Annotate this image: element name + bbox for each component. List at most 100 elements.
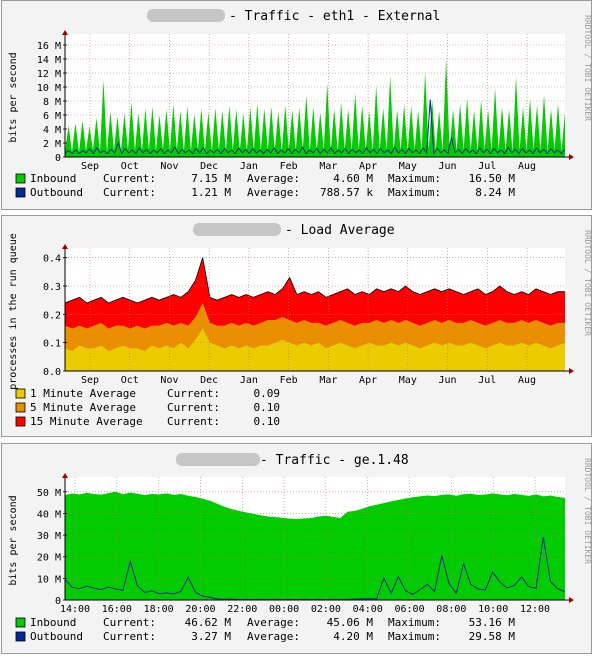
legend-current-value: 0.10 (254, 401, 281, 414)
legend-average-value: 4.20 M (333, 630, 373, 643)
chart-panel-eth1: - Traffic - eth1 - External RRDTOOL / TOB… (1, 0, 592, 210)
x-tick-label: Jan (240, 375, 258, 386)
legend-series-name: 15 Minute Average (30, 415, 143, 428)
legend-current-label: Current: (103, 172, 156, 185)
x-tick-label: 20:00 (185, 604, 215, 615)
x-tick-label: May (399, 375, 417, 386)
y-tick-label: 10 M (37, 83, 61, 94)
chart-eth1-traffic: - Traffic - eth1 - External RRDTOOL / TOB… (8, 9, 592, 199)
legend-maximum-label: Maximum: (388, 616, 441, 629)
legend-maximum-value: 16.50 M (469, 172, 516, 185)
x-tick-label: Sep (81, 161, 99, 172)
legend-average-value: 4.60 M (333, 172, 373, 185)
x-tick-label: Nov (160, 375, 178, 386)
legend-average-label: Average: (247, 172, 300, 185)
legend-current-label: Current: (167, 387, 220, 400)
legend-series-name: Outbound (30, 630, 83, 643)
y-tick-label: 10 M (37, 574, 61, 585)
chart-panel-load: - Load Average RRDTOOL / TOBI OETIKER proc… (1, 215, 592, 437)
x-tick-label: Nov (160, 161, 178, 172)
legend-current-value: 0.10 (254, 415, 281, 428)
x-tick-label: Jun (439, 375, 457, 386)
x-tick-label: Apr (359, 375, 377, 386)
x-tick-label: May (399, 161, 417, 172)
rrdtool-credit: RRDTOOL / TOBI OETIKER (583, 458, 591, 564)
y-axis-label: bits per second (8, 495, 19, 585)
legend-swatch (15, 388, 26, 399)
y-tick-label: 40 M (37, 509, 61, 520)
x-tick-label: Sep (81, 375, 99, 386)
y-axis-label: bits per second (8, 52, 19, 142)
x-tick-label: 00:00 (269, 604, 299, 615)
y-tick-label: 0 (55, 153, 61, 164)
y-tick-label: 0.0 (43, 367, 61, 378)
legend-current-value: 46.62 M (185, 616, 232, 629)
y-tick-label: 12 M (37, 69, 61, 80)
legend-maximum-value: 53.16 M (469, 616, 516, 629)
y-tick-label: 0.3 (43, 282, 61, 293)
legend-swatch (15, 617, 26, 628)
x-tick-label: 12:00 (520, 604, 550, 615)
chart-load-average: - Load Average RRDTOOL / TOBI OETIKER proc… (8, 223, 592, 428)
y-tick-label: 0.2 (43, 310, 61, 321)
x-tick-label: 18:00 (144, 604, 174, 615)
legend-maximum-label: Maximum: (388, 186, 441, 199)
x-tick-label: 16:00 (102, 604, 132, 615)
legend-swatch (15, 173, 26, 184)
x-axis-arrow (569, 154, 574, 160)
x-tick-label: Mar (319, 375, 337, 386)
y-axis-arrow (62, 244, 68, 249)
chart-title: - Traffic - eth1 - External (229, 9, 440, 24)
legend-maximum-value: 8.24 M (475, 186, 515, 199)
legend-maximum-value: 29.58 M (469, 630, 516, 643)
legend-current-value: 7.15 M (191, 172, 231, 185)
legend-current-label: Current: (103, 616, 156, 629)
y-axis-arrow (62, 30, 68, 35)
rrdtool-credit: RRDTOOL / TOBI OETIKER (583, 15, 591, 121)
legend-current-label: Current: (103, 186, 156, 199)
legend-maximum-label: Maximum: (388, 630, 441, 643)
chart-ge148-traffic: - Traffic - ge.1.48 RRDTOOL / TOBI OETIKE… (8, 453, 592, 643)
y-axis-label: processes in the run queue (8, 233, 19, 390)
legend-swatch (15, 187, 26, 198)
x-tick-label: 14:00 (60, 604, 90, 615)
x-tick-label: 22:00 (227, 604, 257, 615)
legend-average-value: 45.06 M (327, 616, 374, 629)
legend-series-name: 5 Minute Average (30, 401, 136, 414)
y-tick-label: 16 M (37, 41, 61, 52)
legend-current-value: 0.09 (254, 387, 281, 400)
x-tick-label: Jul (478, 161, 496, 172)
redacted-hostname (147, 9, 225, 22)
x-tick-label: 06:00 (394, 604, 424, 615)
x-axis-arrow (569, 597, 574, 603)
x-tick-label: Oct (121, 375, 139, 386)
x-tick-label: 02:00 (311, 604, 341, 615)
redacted-hostname (176, 453, 260, 466)
x-tick-label: Jan (240, 161, 258, 172)
legend-average-value: 788.57 k (320, 186, 373, 199)
legend-current-value: 1.21 M (191, 186, 231, 199)
rrdtool-credit: RRDTOOL / TOBI OETIKER (583, 230, 591, 336)
x-tick-label: Jul (478, 375, 496, 386)
legend-maximum-label: Maximum: (388, 172, 441, 185)
y-tick-label: 0.1 (43, 339, 61, 350)
x-tick-label: Oct (121, 161, 139, 172)
legend-current-value: 3.27 M (191, 630, 231, 643)
x-tick-label: 10:00 (478, 604, 508, 615)
legend-average-label: Average: (247, 630, 300, 643)
legend-series-name: Inbound (30, 616, 76, 629)
x-tick-label: Dec (200, 161, 218, 172)
redacted-hostname (193, 223, 281, 236)
y-tick-label: 6 M (43, 111, 61, 122)
y-tick-label: 14 M (37, 55, 61, 66)
x-axis-arrow (569, 368, 574, 374)
legend-current-label: Current: (167, 401, 220, 414)
y-tick-label: 4 M (43, 125, 61, 136)
y-tick-label: 50 M (37, 488, 61, 499)
legend-current-label: Current: (103, 630, 156, 643)
x-tick-label: Dec (200, 375, 218, 386)
legend-swatch (15, 631, 26, 642)
y-tick-label: 2 M (43, 139, 61, 150)
x-tick-label: 04:00 (353, 604, 383, 615)
legend-series-name: 1 Minute Average (30, 387, 136, 400)
